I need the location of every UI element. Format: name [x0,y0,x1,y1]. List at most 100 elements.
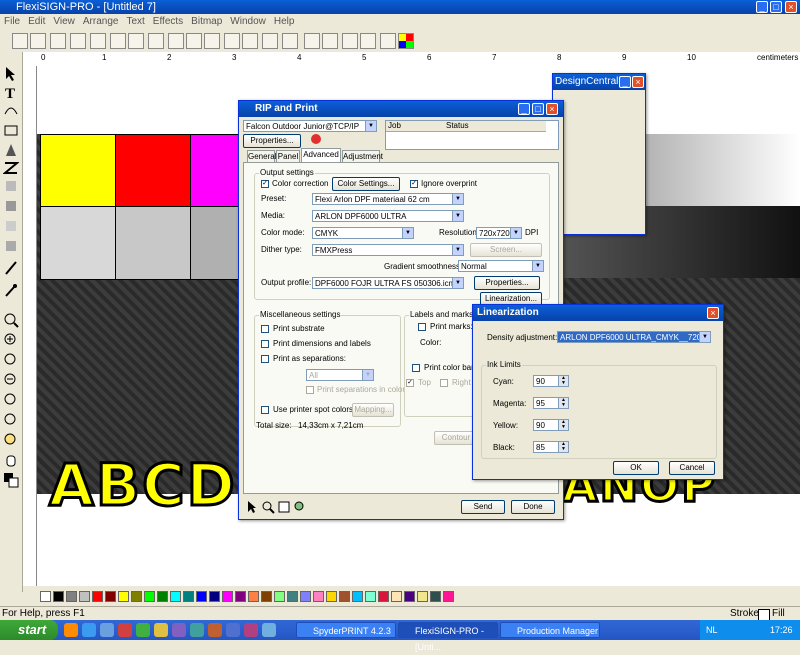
palette-swatch[interactable] [196,591,207,602]
print-icon[interactable] [110,33,126,49]
palette-swatch[interactable] [92,591,103,602]
quicklaunch-icon[interactable] [208,623,222,637]
output-profile-select[interactable]: DPF6000 FOJR ULTRA FS 050306.icm ▼ [312,277,464,289]
palette-swatch[interactable] [339,591,350,602]
export-icon[interactable] [90,33,106,49]
menu-help[interactable]: Help [270,14,299,30]
color-settings-button[interactable]: Color Settings... [332,177,400,191]
zoom-icon[interactable] [3,312,19,328]
palette-swatch[interactable] [53,591,64,602]
task-flexisign[interactable]: FlexiSIGN-PRO - [Unti... [398,622,498,652]
resolution-select[interactable]: 720x720 ▼ [476,227,522,239]
palette-swatch[interactable] [417,591,428,602]
designcentral-close-button[interactable]: × [632,76,644,88]
menu-window[interactable]: Window [226,14,270,30]
cyan-stepper[interactable]: 90 ▲ ▼ [533,375,569,387]
quicklaunch-icon[interactable] [118,623,132,637]
print-color-bands-checkbox[interactable] [412,364,420,372]
menu-text[interactable]: Text [122,14,148,30]
palette-swatch[interactable] [248,591,259,602]
palette-swatch[interactable] [326,591,337,602]
pan-hand-icon[interactable] [3,452,19,468]
page-icon[interactable] [277,500,291,514]
rectangle-tool-icon[interactable] [3,122,19,138]
palette-swatch[interactable] [274,591,285,602]
ungroup-icon[interactable] [322,33,338,49]
zoom-in-icon[interactable] [3,332,19,348]
redo-icon[interactable] [242,33,258,49]
cut-icon[interactable] [168,33,184,49]
zoom-out-icon[interactable] [3,372,19,388]
palette-icon[interactable] [398,33,414,49]
quicklaunch-icon[interactable] [154,623,168,637]
maximize-button[interactable]: □ [770,1,782,13]
print-separations-checkbox[interactable] [261,355,269,363]
palette-swatch[interactable] [261,591,272,602]
palette-swatch[interactable] [79,591,90,602]
right-checkbox[interactable] [440,379,448,387]
palette-swatch[interactable] [378,591,389,602]
text-tool-icon[interactable]: T [3,84,19,102]
job-list[interactable]: Job Status [385,120,559,150]
palette-swatch[interactable] [157,591,168,602]
rip-minimize-button[interactable]: _ [518,103,530,115]
palette-swatch[interactable] [443,591,454,602]
preset-select[interactable]: Flexi Arlon DPF materiaal 62 cm ▼ [312,193,464,205]
language-indicator[interactable]: NL [706,620,718,640]
palette-swatch[interactable] [391,591,402,602]
gradient-select[interactable]: Normal ▼ [458,260,544,272]
group-icon[interactable] [304,33,320,49]
task-production-manager[interactable]: Production Manager [500,622,600,638]
rip-close-button[interactable]: × [546,103,558,115]
color-icon[interactable] [360,33,376,49]
menu-view[interactable]: View [49,14,79,30]
palette-swatch[interactable] [235,591,246,602]
media-select[interactable]: ARLON DPF6000 ULTRA ▼ [312,210,464,222]
print-marks-checkbox[interactable] [418,323,426,331]
fill-stroke-icon[interactable] [3,472,19,488]
print-dimensions-checkbox[interactable] [261,340,269,348]
zoom-fit-icon[interactable] [3,392,19,408]
distort-icon[interactable] [3,198,19,214]
quicklaunch-icon[interactable] [136,623,150,637]
undo-icon[interactable] [224,33,240,49]
palette-swatch[interactable] [404,591,415,602]
quicklaunch-icon[interactable] [262,623,276,637]
dither-select[interactable]: FMXPress ▼ [312,244,464,256]
use-spot-colors-checkbox[interactable] [261,406,269,414]
pen-tool-icon[interactable] [3,142,19,158]
node-edit-icon[interactable] [3,102,19,118]
shape-tool-icon[interactable] [3,178,19,194]
open-icon[interactable] [30,33,46,49]
quicklaunch-icon[interactable] [172,623,186,637]
stepper-arrows-icon[interactable]: ▲ ▼ [558,398,568,408]
tab-general[interactable]: General [247,150,276,162]
ok-button[interactable]: OK [613,461,659,475]
tab-adjustment[interactable]: Adjustment [342,150,383,162]
paste-icon[interactable] [204,33,220,49]
palette-swatch[interactable] [66,591,77,602]
palette-swatch[interactable] [352,591,363,602]
stepper-arrows-icon[interactable]: ▲ ▼ [558,376,568,386]
zoom-box-icon[interactable] [3,352,19,368]
start-button[interactable]: start [0,620,58,640]
magenta-stepper[interactable]: 95 ▲ ▼ [533,397,569,409]
quicklaunch-icon[interactable] [82,623,96,637]
zigzag-tool-icon[interactable] [2,160,20,176]
status-column-header[interactable]: Status [444,121,546,132]
rip-icon[interactable] [148,33,164,49]
repeat-icon[interactable] [262,33,278,49]
screen-button[interactable]: Screen... [470,243,542,257]
palette-swatch[interactable] [365,591,376,602]
palette-swatch[interactable] [131,591,142,602]
shadow-icon[interactable] [3,238,19,254]
quicklaunch-icon[interactable] [226,623,240,637]
palette-swatch[interactable] [105,591,116,602]
designcentral-minimize-button[interactable]: _ [619,76,631,88]
menu-edit[interactable]: Edit [24,14,49,30]
mapping-button[interactable]: Mapping... [352,403,394,417]
save-icon[interactable] [50,33,66,49]
menu-file[interactable]: File [0,14,24,30]
cancel-button[interactable]: Cancel [669,461,715,475]
search-icon[interactable] [380,33,396,49]
